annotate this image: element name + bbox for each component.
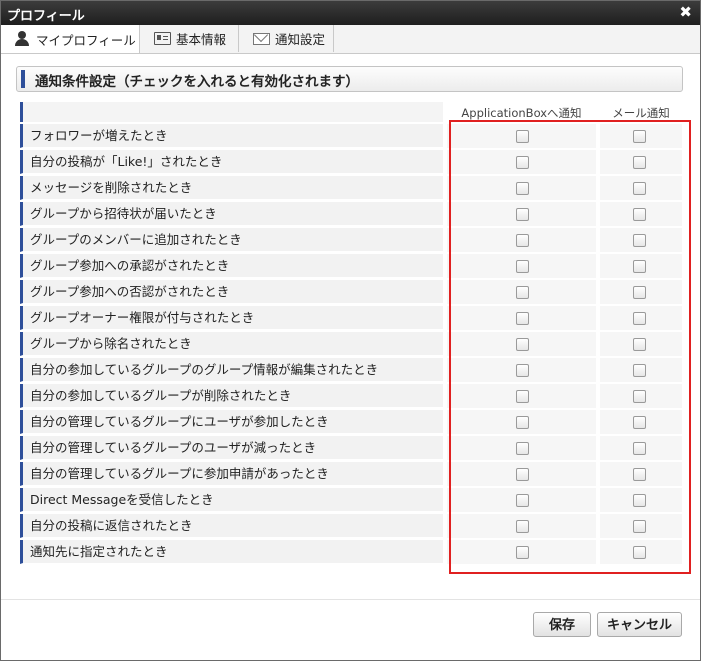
notification-label: 自分の管理しているグループに参加申請があったとき bbox=[20, 462, 443, 486]
notification-label: Direct Messageを受信したとき bbox=[20, 488, 443, 512]
tab-label: 通知設定 bbox=[275, 32, 326, 47]
section-title: 通知条件設定（チェックを入れると有効化されます） bbox=[35, 74, 359, 90]
notification-label: フォロワーが増えたとき bbox=[20, 124, 443, 148]
tab-label: 基本情報 bbox=[176, 32, 227, 47]
header-label-cell bbox=[20, 102, 443, 122]
notification-label: 自分の参加しているグループが削除されたとき bbox=[20, 384, 443, 408]
notification-label: 自分の管理しているグループのユーザが減ったとき bbox=[20, 436, 443, 460]
close-icon[interactable]: ✖ bbox=[679, 3, 692, 21]
notification-label: 自分の投稿に返信されたとき bbox=[20, 514, 443, 538]
mail-icon bbox=[253, 32, 270, 45]
save-button[interactable]: 保存 bbox=[533, 612, 591, 637]
highlight-box bbox=[449, 120, 691, 574]
notification-label: グループ参加への承認がされたとき bbox=[20, 254, 443, 278]
notification-label: メッセージを削除されたとき bbox=[20, 176, 443, 200]
section-accent-bar bbox=[21, 70, 25, 88]
notification-label: 自分の投稿が「Like!」されたとき bbox=[20, 150, 443, 174]
dialog-title: プロフィール bbox=[7, 9, 85, 24]
tab-basic-info[interactable]: 基本情報 bbox=[140, 25, 239, 52]
notification-label: グループから除名されたとき bbox=[20, 332, 443, 356]
column-header-mail: メール通知 bbox=[612, 106, 670, 120]
person-icon bbox=[13, 31, 31, 47]
tab-my-profile[interactable]: マイプロフィール bbox=[1, 25, 140, 53]
notification-label: 自分の参加しているグループのグループ情報が編集されたとき bbox=[20, 358, 443, 382]
notification-label: グループのメンバーに追加されたとき bbox=[20, 228, 443, 252]
column-header-app: ApplicationBoxへ通知 bbox=[461, 106, 582, 120]
notification-label: 通知先に指定されたとき bbox=[20, 540, 443, 564]
tab-bar: マイプロフィール 基本情報 通知設定 bbox=[1, 25, 700, 54]
notification-label: 自分の管理しているグループにユーザが参加したとき bbox=[20, 410, 443, 434]
dialog-titlebar: プロフィール ✖ bbox=[1, 1, 700, 25]
notification-label: グループから招待状が届いたとき bbox=[20, 202, 443, 226]
table-header-row: ApplicationBoxへ通知 メール通知 bbox=[20, 102, 682, 122]
notification-label: グループオーナー権限が付与されたとき bbox=[20, 306, 443, 330]
section-header: 通知条件設定（チェックを入れると有効化されます） bbox=[16, 66, 683, 92]
profile-dialog: プロフィール ✖ マイプロフィール 基本情報 通知設定 通知条件設定（チェックを… bbox=[0, 0, 701, 661]
notification-label: グループ参加への否認がされたとき bbox=[20, 280, 443, 304]
cancel-button[interactable]: キャンセル bbox=[597, 612, 682, 637]
tab-notification-settings[interactable]: 通知設定 bbox=[239, 25, 334, 52]
footer-divider bbox=[1, 599, 700, 600]
tab-label: マイプロフィール bbox=[36, 32, 136, 48]
id-card-icon bbox=[154, 32, 171, 45]
